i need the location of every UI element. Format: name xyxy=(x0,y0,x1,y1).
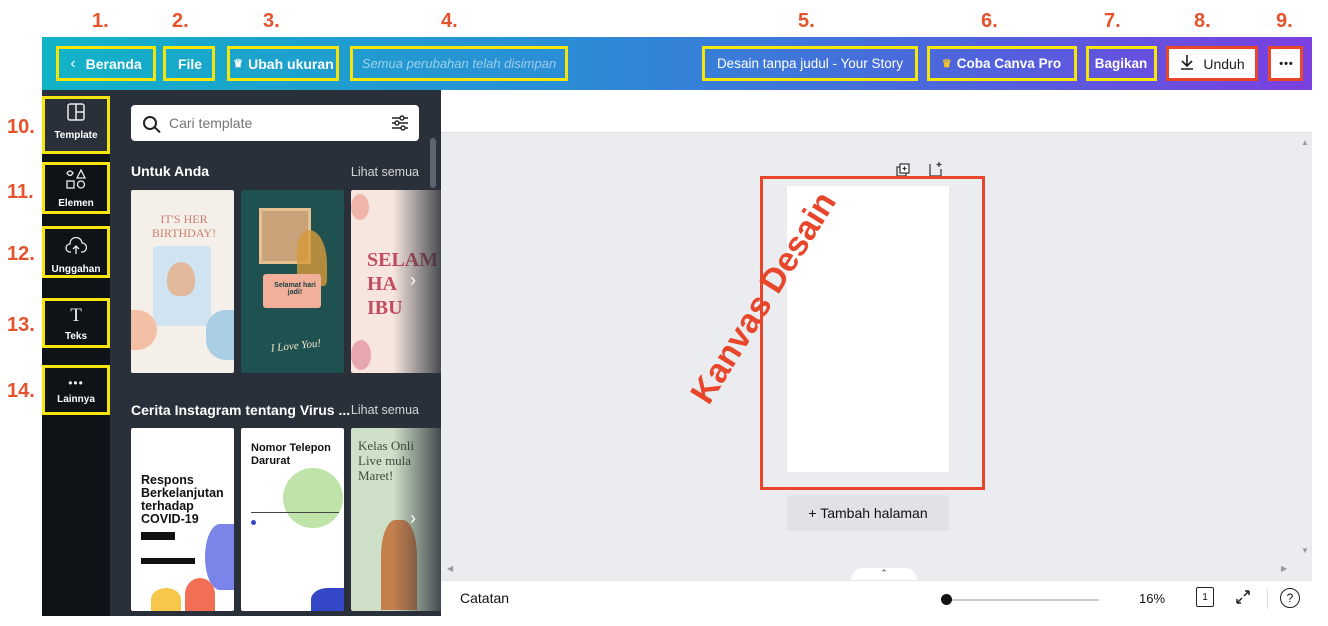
template-image xyxy=(311,588,344,611)
annotation-number: 13. xyxy=(7,314,35,336)
bottom-bar: Catatan 16% 1 ? xyxy=(441,580,1312,616)
page-count: 1 xyxy=(1202,591,1208,603)
page-count-icon[interactable]: 1 xyxy=(1196,587,1214,607)
template-caption: I Love You! xyxy=(270,337,322,355)
template-image xyxy=(141,558,195,564)
template-image xyxy=(205,524,234,590)
zoom-slider[interactable] xyxy=(945,599,1099,601)
template-image xyxy=(141,532,175,540)
highlight-box xyxy=(350,46,568,81)
highlight-box xyxy=(42,96,110,154)
highlight-box xyxy=(42,226,110,278)
highlight-box xyxy=(1166,46,1258,81)
annotation-number: 8. xyxy=(1194,10,1211,32)
zoom-slider-handle[interactable] xyxy=(941,594,952,605)
template-image xyxy=(351,340,371,370)
template-thumbnail[interactable]: IT'S HER BIRTHDAY! xyxy=(131,190,234,373)
highlight-box xyxy=(702,46,918,81)
annotation-number: 1. xyxy=(92,10,109,32)
scroll-down-icon[interactable]: ▼ xyxy=(1301,546,1309,555)
highlight-box xyxy=(1086,46,1157,81)
annotation-number: 4. xyxy=(441,10,458,32)
section-title: Untuk Anda xyxy=(131,163,210,179)
template-image xyxy=(151,588,181,611)
annotation-number: 2. xyxy=(172,10,189,32)
highlight-box xyxy=(42,298,110,348)
section-title: Cerita Instagram tentang Virus ... xyxy=(131,402,351,418)
panel-scrollbar[interactable] xyxy=(430,138,436,188)
highlight-box xyxy=(163,46,215,81)
annotation-number: 10. xyxy=(7,116,35,138)
highlight-box xyxy=(42,162,110,214)
help-icon: ? xyxy=(1286,591,1294,605)
template-title: Nomor Telepon Darurat xyxy=(251,442,331,467)
chevron-right-icon[interactable]: › xyxy=(410,270,416,291)
annotation-number: 14. xyxy=(7,380,35,402)
scroll-left-icon[interactable]: ◀ xyxy=(447,564,453,573)
footer-divider xyxy=(1267,589,1268,609)
scroll-up-icon[interactable]: ▲ xyxy=(1301,138,1309,147)
annotation-number: 12. xyxy=(7,243,35,265)
template-thumbnail[interactable]: Nomor Telepon Darurat xyxy=(241,428,344,611)
filter-icon[interactable] xyxy=(391,114,409,132)
add-page-label: + Tambah halaman xyxy=(808,505,928,521)
see-all-link[interactable]: Lihat semua xyxy=(351,403,419,417)
scroll-right-icon[interactable]: ▶ xyxy=(1281,564,1287,573)
annotation-number: 7. xyxy=(1104,10,1121,32)
zoom-level[interactable]: 16% xyxy=(1139,591,1165,606)
annotation-number: 11. xyxy=(7,181,34,203)
annotation-number: 9. xyxy=(1276,10,1293,32)
template-panel: Untuk Anda Lihat semua IT'S HER BIRTHDAY… xyxy=(110,90,441,616)
carousel-fade xyxy=(393,190,441,373)
search-input[interactable] xyxy=(169,115,369,131)
template-title: Selamat hari jadi! xyxy=(274,282,316,296)
annotation-number: 6. xyxy=(981,10,998,32)
see-all-link[interactable]: Lihat semua xyxy=(351,165,419,179)
template-thumbnail[interactable]: Respons Berkelanjutan terhadap COVID-19 xyxy=(131,428,234,611)
highlight-box xyxy=(1268,46,1303,81)
template-image xyxy=(251,520,256,525)
highlight-box xyxy=(227,46,339,81)
notes-button[interactable]: Catatan xyxy=(460,590,509,606)
highlight-box xyxy=(42,365,110,415)
template-image xyxy=(351,194,369,220)
search-icon xyxy=(143,116,157,130)
template-image xyxy=(185,578,215,611)
template-image xyxy=(283,468,343,528)
template-thumbnail[interactable]: Selamat hari jadi! I Love You! xyxy=(241,190,344,373)
template-search[interactable] xyxy=(131,105,419,141)
fullscreen-icon[interactable] xyxy=(1235,589,1251,610)
help-button[interactable]: ? xyxy=(1280,588,1300,608)
annotation-number: 5. xyxy=(798,10,815,32)
carousel-fade xyxy=(393,428,441,611)
add-page-button[interactable]: + Tambah halaman xyxy=(787,495,949,531)
chevron-right-icon[interactable]: › xyxy=(410,508,416,529)
template-image xyxy=(206,310,234,360)
template-title: IT'S HER BIRTHDAY! xyxy=(151,212,217,240)
template-image xyxy=(251,512,339,513)
highlight-box xyxy=(56,46,156,81)
annotation-number: 3. xyxy=(263,10,280,32)
template-image xyxy=(167,262,195,296)
template-title: Respons Berkelanjutan terhadap COVID-19 xyxy=(141,473,224,526)
context-toolbar xyxy=(441,90,1312,133)
highlight-box xyxy=(927,46,1077,81)
